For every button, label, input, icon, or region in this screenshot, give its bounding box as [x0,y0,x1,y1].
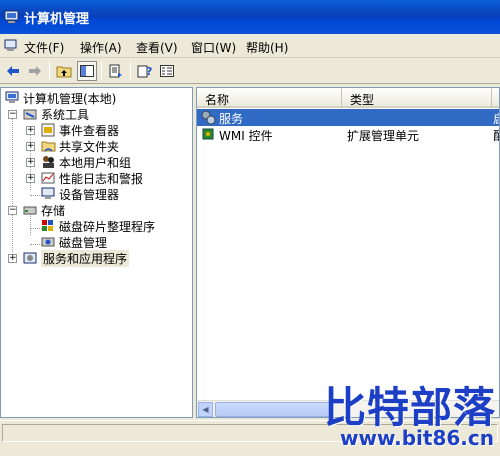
tree-item-storage[interactable]: 存储 [23,202,65,218]
properties-button[interactable] [157,61,177,81]
help-button[interactable]: ? [135,61,155,81]
row-name: WMI 控件 [219,129,273,143]
wmi-control-icon [202,128,214,140]
row-name: 服务 [219,112,244,126]
column-header-name[interactable]: 名称 [197,88,342,108]
row-description: 启 [493,110,499,127]
menu-action[interactable]: 操作(A) [80,39,122,56]
services-icon [201,110,216,125]
toolbar-separator [49,62,50,80]
list-row-wmi-control[interactable]: WMI 控件 扩展管理单元 配 [197,126,499,144]
title-bar[interactable]: 计算机管理 [0,0,500,34]
column-header-description[interactable]: 描 [492,88,499,108]
users-icon [43,156,54,168]
tree-label: 设备管理器 [59,187,120,202]
tree-item-computer-management[interactable]: 计算机管理(本地) [5,90,116,106]
performance-logs-icon [41,172,55,184]
expand-expander[interactable]: + [26,174,35,183]
expand-expander[interactable]: + [26,126,35,135]
watermark-url: www.bit86.cn [339,426,494,450]
tree-item-disk-management[interactable]: 磁盘管理 [41,234,107,250]
tree-connector [12,110,13,252]
tree-label: 磁盘碎片整理程序 [59,219,156,234]
shared-folder-icon [41,141,56,152]
folder-up-icon [56,66,72,78]
tree-item-local-users[interactable]: 本地用户和组 [41,154,131,170]
services-applications-icon [23,252,37,264]
disk-management-icon [41,237,55,247]
scrollbar-thumb[interactable] [215,402,330,417]
properties-icon [160,65,174,77]
back-button[interactable] [3,61,23,81]
row-type: 扩展管理单元 [347,129,420,143]
storage-icon [23,206,37,215]
tree-item-event-viewer[interactable]: 事件查看器 [41,122,119,138]
tree-label: 性能日志和警报 [59,171,144,186]
watermark: 比特部落 www.bit86.cn [324,374,498,456]
export-list-button[interactable] [106,61,126,81]
console-tree-icon [80,65,94,77]
tree-label: 磁盘管理 [59,235,108,250]
collapse-expander[interactable]: − [8,206,17,215]
tree-label: 本地用户和组 [59,155,132,170]
device-manager-icon [41,187,55,199]
menu-bar: 文件(F) 操作(A) 查看(V) 窗口(W) 帮助(H) [0,34,500,58]
toolbar: ? [0,58,500,84]
event-viewer-icon [41,123,55,137]
row-description: 配 [493,127,499,144]
tree-label: 系统工具 [41,107,90,122]
show-hide-tree-button[interactable] [77,61,97,81]
toolbar-separator [130,62,131,80]
arrow-right-icon [29,66,41,76]
defragmenter-icon [42,220,53,231]
list-row-services[interactable]: 服务 启 [197,109,499,127]
tree-item-disk-defragmenter[interactable]: 磁盘碎片整理程序 [41,218,155,234]
tree-label: 服务和应用程序 [41,249,130,267]
help-icon: ? [137,65,152,78]
export-list-icon [109,64,122,78]
tree-item-performance-logs[interactable]: 性能日志和警报 [41,170,143,186]
tree-label: 事件查看器 [59,123,120,138]
forward-button[interactable] [25,61,45,81]
menu-window[interactable]: 窗口(W) [191,39,236,56]
tree-label: 存储 [41,203,66,218]
system-menu-icon[interactable] [4,39,18,53]
tree-item-system-tools[interactable]: 系统工具 [23,106,89,122]
window-title: 计算机管理 [24,12,90,27]
column-header-type[interactable]: 类型 [342,88,492,108]
console-tree[interactable]: 计算机管理(本地) − 系统工具 + 事件查看器 + 共享文件夹 + 本地用户和… [0,87,193,418]
arrow-left-icon [7,66,19,76]
computer-management-icon [4,10,19,24]
scroll-left-button[interactable]: ◀ [198,402,213,417]
tree-item-services-applications[interactable]: 服务和应用程序 [23,249,130,267]
tree-item-shared-folders[interactable]: 共享文件夹 [41,138,119,154]
tree-label: 计算机管理(本地) [23,91,117,106]
expand-expander[interactable]: + [26,142,35,151]
menu-help[interactable]: 帮助(H) [246,39,288,56]
collapse-expander[interactable]: − [8,110,17,119]
tree-label: 共享文件夹 [59,139,120,154]
details-list[interactable]: 名称 类型 描 服务 启 WMI 控件 扩展管理单元 配 [196,87,500,418]
menu-file[interactable]: 文件(F) [24,39,64,56]
expand-expander[interactable]: + [8,254,17,263]
up-level-button[interactable] [54,61,74,81]
system-tools-icon [23,109,37,120]
tree-item-device-manager[interactable]: 设备管理器 [41,186,119,202]
expand-expander[interactable]: + [26,158,35,167]
menu-view[interactable]: 查看(V) [136,39,178,56]
computer-icon [5,91,19,103]
svg-text:?: ? [146,65,152,78]
toolbar-separator [101,62,102,80]
